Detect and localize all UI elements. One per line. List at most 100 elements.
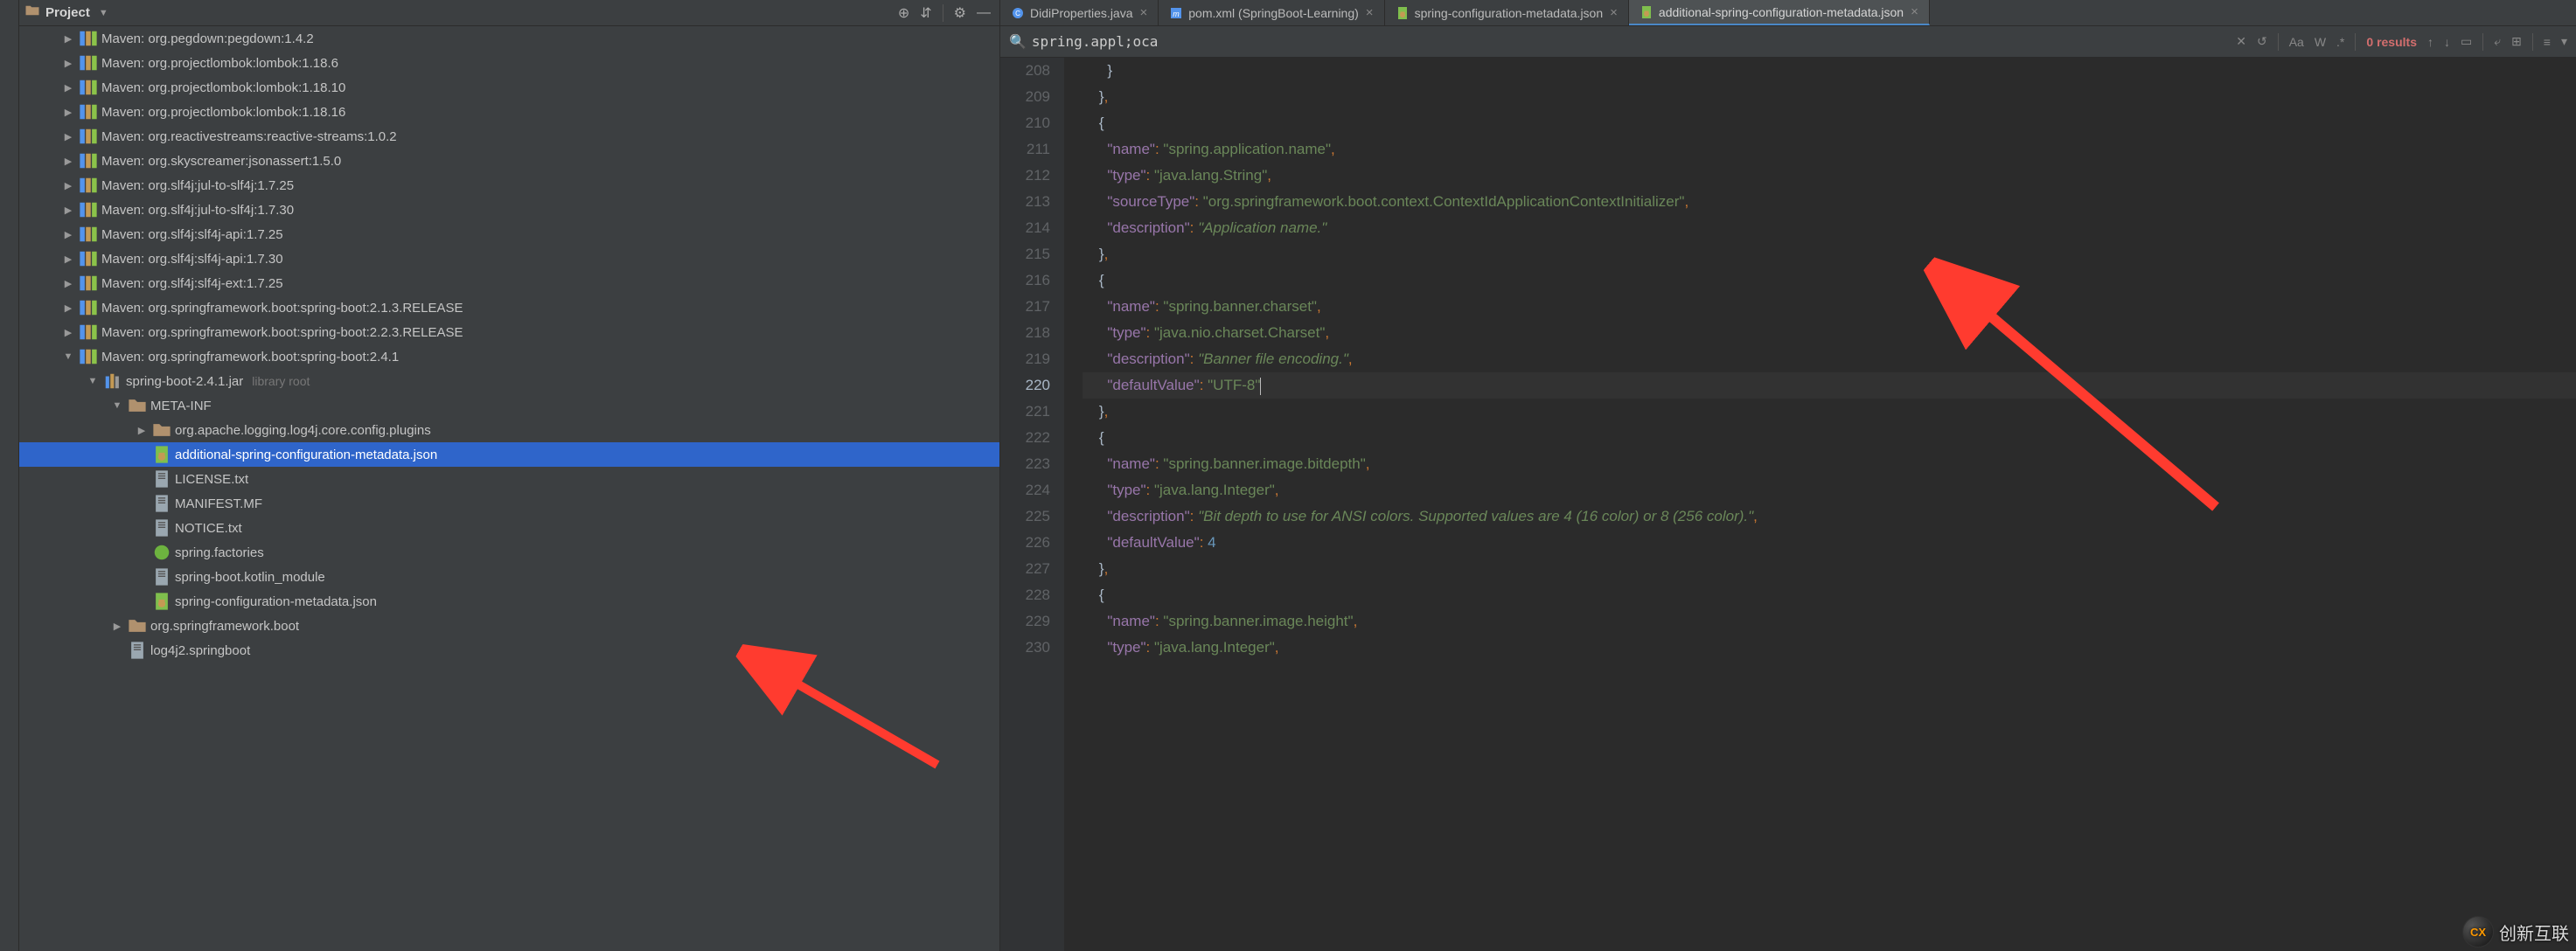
- filter-settings-icon[interactable]: ≡: [2544, 35, 2551, 49]
- expand-chevron-icon[interactable]: ▶: [61, 33, 75, 45]
- expand-chevron-icon[interactable]: ▶: [135, 425, 149, 436]
- expand-chevron-icon[interactable]: ▶: [61, 302, 75, 314]
- tree-item[interactable]: ▶Maven: org.slf4j:slf4j-api:1.7.25: [19, 222, 999, 246]
- code-line[interactable]: {: [1083, 582, 2576, 608]
- code-line[interactable]: "description": "Bit depth to use for ANS…: [1083, 503, 2576, 530]
- project-tree[interactable]: ▶Maven: org.pegdown:pegdown:1.4.2▶Maven:…: [19, 26, 1000, 951]
- folder-icon: [152, 422, 171, 438]
- expand-chevron-icon[interactable]: ▼: [86, 376, 100, 386]
- line-number: 221: [1000, 399, 1050, 425]
- tree-item[interactable]: ▼META-INF: [19, 393, 999, 418]
- expand-chevron-icon[interactable]: ▶: [61, 58, 75, 69]
- expand-chevron-icon[interactable]: ▶: [61, 278, 75, 289]
- hide-icon[interactable]: —: [977, 5, 991, 21]
- select-all-icon[interactable]: ▭: [2461, 34, 2472, 49]
- txt-icon: [152, 471, 171, 487]
- tree-item[interactable]: ▶Maven: org.slf4j:jul-to-slf4j:1.7.30: [19, 198, 999, 222]
- search-input[interactable]: [1032, 33, 2231, 50]
- editor-tab[interactable]: additional-spring-configuration-metadata…: [1629, 0, 1930, 25]
- code-line[interactable]: "name": "spring.application.name",: [1083, 136, 2576, 163]
- code-line[interactable]: }: [1083, 58, 2576, 84]
- new-line-icon[interactable]: ⤶: [2494, 34, 2501, 49]
- code-line[interactable]: },: [1083, 556, 2576, 582]
- expand-chevron-icon[interactable]: ▶: [61, 205, 75, 216]
- tree-item[interactable]: spring-boot.kotlin_module: [19, 565, 999, 589]
- search-history-icon[interactable]: ↺: [2257, 34, 2267, 49]
- expand-chevron-icon[interactable]: ▼: [110, 400, 124, 411]
- code-line[interactable]: },: [1083, 241, 2576, 267]
- expand-chevron-icon[interactable]: ▼: [61, 351, 75, 362]
- regex-icon[interactable]: .*: [2336, 35, 2344, 49]
- code-line[interactable]: {: [1083, 267, 2576, 294]
- add-selection-icon[interactable]: ⊞: [2511, 34, 2522, 49]
- tree-item[interactable]: LICENSE.txt: [19, 467, 999, 491]
- tree-item[interactable]: ▶Maven: org.pegdown:pegdown:1.4.2: [19, 26, 999, 51]
- code-line[interactable]: "sourceType": "org.springframework.boot.…: [1083, 189, 2576, 215]
- expand-chevron-icon[interactable]: ▶: [61, 253, 75, 265]
- code-line[interactable]: "name": "spring.banner.image.bitdepth",: [1083, 451, 2576, 477]
- tree-item[interactable]: ▶Maven: org.projectlombok:lombok:1.18.16: [19, 100, 999, 124]
- match-case-icon[interactable]: Aa: [2289, 35, 2304, 49]
- code-line[interactable]: "description": "Banner file encoding.",: [1083, 346, 2576, 372]
- code-line[interactable]: "defaultValue": 4: [1083, 530, 2576, 556]
- tree-item[interactable]: ▶Maven: org.springframework.boot:spring-…: [19, 320, 999, 344]
- expand-chevron-icon[interactable]: ▶: [61, 180, 75, 191]
- tree-item[interactable]: ▶Maven: org.slf4j:slf4j-api:1.7.30: [19, 246, 999, 271]
- code-line[interactable]: "type": "java.lang.String",: [1083, 163, 2576, 189]
- select-opened-file-icon[interactable]: ⊕: [898, 4, 909, 22]
- expand-chevron-icon[interactable]: ▶: [110, 621, 124, 632]
- tree-item[interactable]: ▶Maven: org.reactivestreams:reactive-str…: [19, 124, 999, 149]
- expand-chevron-icon[interactable]: ▶: [61, 131, 75, 142]
- tree-item[interactable]: spring-configuration-metadata.json: [19, 589, 999, 614]
- code-line[interactable]: "type": "java.lang.Integer",: [1083, 477, 2576, 503]
- tree-item[interactable]: ▶Maven: org.projectlombok:lombok:1.18.6: [19, 51, 999, 75]
- filter-icon[interactable]: ▾: [2561, 34, 2567, 49]
- code-line[interactable]: "name": "spring.banner.image.height",: [1083, 608, 2576, 635]
- code-line[interactable]: },: [1083, 84, 2576, 110]
- expand-chevron-icon[interactable]: ▶: [61, 82, 75, 94]
- code-line[interactable]: {: [1083, 110, 2576, 136]
- tree-item[interactable]: ▼Maven: org.springframework.boot:spring-…: [19, 344, 999, 369]
- tree-item[interactable]: spring.factories: [19, 540, 999, 565]
- tree-item[interactable]: ▶org.apache.logging.log4j.core.config.pl…: [19, 418, 999, 442]
- code-line[interactable]: },: [1083, 399, 2576, 425]
- tree-item[interactable]: ▶Maven: org.slf4j:slf4j-ext:1.7.25: [19, 271, 999, 295]
- tree-item[interactable]: MANIFEST.MF: [19, 491, 999, 516]
- code-line[interactable]: {: [1083, 425, 2576, 451]
- close-tab-icon[interactable]: ×: [1610, 5, 1618, 20]
- tree-item[interactable]: log4j2.springboot: [19, 638, 999, 663]
- tree-item[interactable]: ▶org.springframework.boot: [19, 614, 999, 638]
- dropdown-arrow-icon[interactable]: ▼: [99, 8, 108, 18]
- code-line[interactable]: "defaultValue": "UTF-8": [1083, 372, 2576, 399]
- close-tab-icon[interactable]: ×: [1140, 5, 1148, 20]
- tool-window-strip[interactable]: [0, 0, 19, 951]
- editor-tab[interactable]: CDidiProperties.java×: [1000, 0, 1159, 25]
- editor-tab[interactable]: spring-configuration-metadata.json×: [1385, 0, 1629, 25]
- tree-item[interactable]: additional-spring-configuration-metadata…: [19, 442, 999, 467]
- expand-chevron-icon[interactable]: ▶: [61, 229, 75, 240]
- tree-item[interactable]: ▶Maven: org.slf4j:jul-to-slf4j:1.7.25: [19, 173, 999, 198]
- tree-item[interactable]: NOTICE.txt: [19, 516, 999, 540]
- tree-item[interactable]: ▶Maven: org.skyscreamer:jsonassert:1.5.0: [19, 149, 999, 173]
- collapse-all-icon[interactable]: ⇵: [920, 4, 931, 22]
- tree-item[interactable]: ▶Maven: org.projectlombok:lombok:1.18.10: [19, 75, 999, 100]
- close-tab-icon[interactable]: ×: [1911, 4, 1918, 19]
- code-line[interactable]: "type": "java.lang.Integer",: [1083, 635, 2576, 661]
- code-editor[interactable]: 2082092102112122132142152162172182192202…: [1000, 58, 2576, 951]
- expand-chevron-icon[interactable]: ▶: [61, 327, 75, 338]
- code-line[interactable]: "description": "Application name.": [1083, 215, 2576, 241]
- expand-chevron-icon[interactable]: ▶: [61, 107, 75, 118]
- expand-chevron-icon[interactable]: ▶: [61, 156, 75, 167]
- settings-icon[interactable]: ⚙: [954, 4, 966, 22]
- code-line[interactable]: "name": "spring.banner.charset",: [1083, 294, 2576, 320]
- tree-item[interactable]: ▼spring-boot-2.4.1.jarlibrary root: [19, 369, 999, 393]
- tree-item[interactable]: ▶Maven: org.springframework.boot:spring-…: [19, 295, 999, 320]
- code-line[interactable]: "type": "java.nio.charset.Charset",: [1083, 320, 2576, 346]
- whole-word-icon[interactable]: W: [2315, 35, 2326, 49]
- editor-tab[interactable]: mpom.xml (SpringBoot-Learning)×: [1159, 0, 1384, 25]
- close-tab-icon[interactable]: ×: [1366, 5, 1374, 20]
- prev-match-icon[interactable]: ↑: [2427, 35, 2433, 49]
- code-lines[interactable]: } }, { "name": "spring.application.name"…: [1065, 58, 2576, 951]
- next-match-icon[interactable]: ↓: [2444, 35, 2450, 49]
- clear-search-icon[interactable]: ✕: [2236, 34, 2246, 49]
